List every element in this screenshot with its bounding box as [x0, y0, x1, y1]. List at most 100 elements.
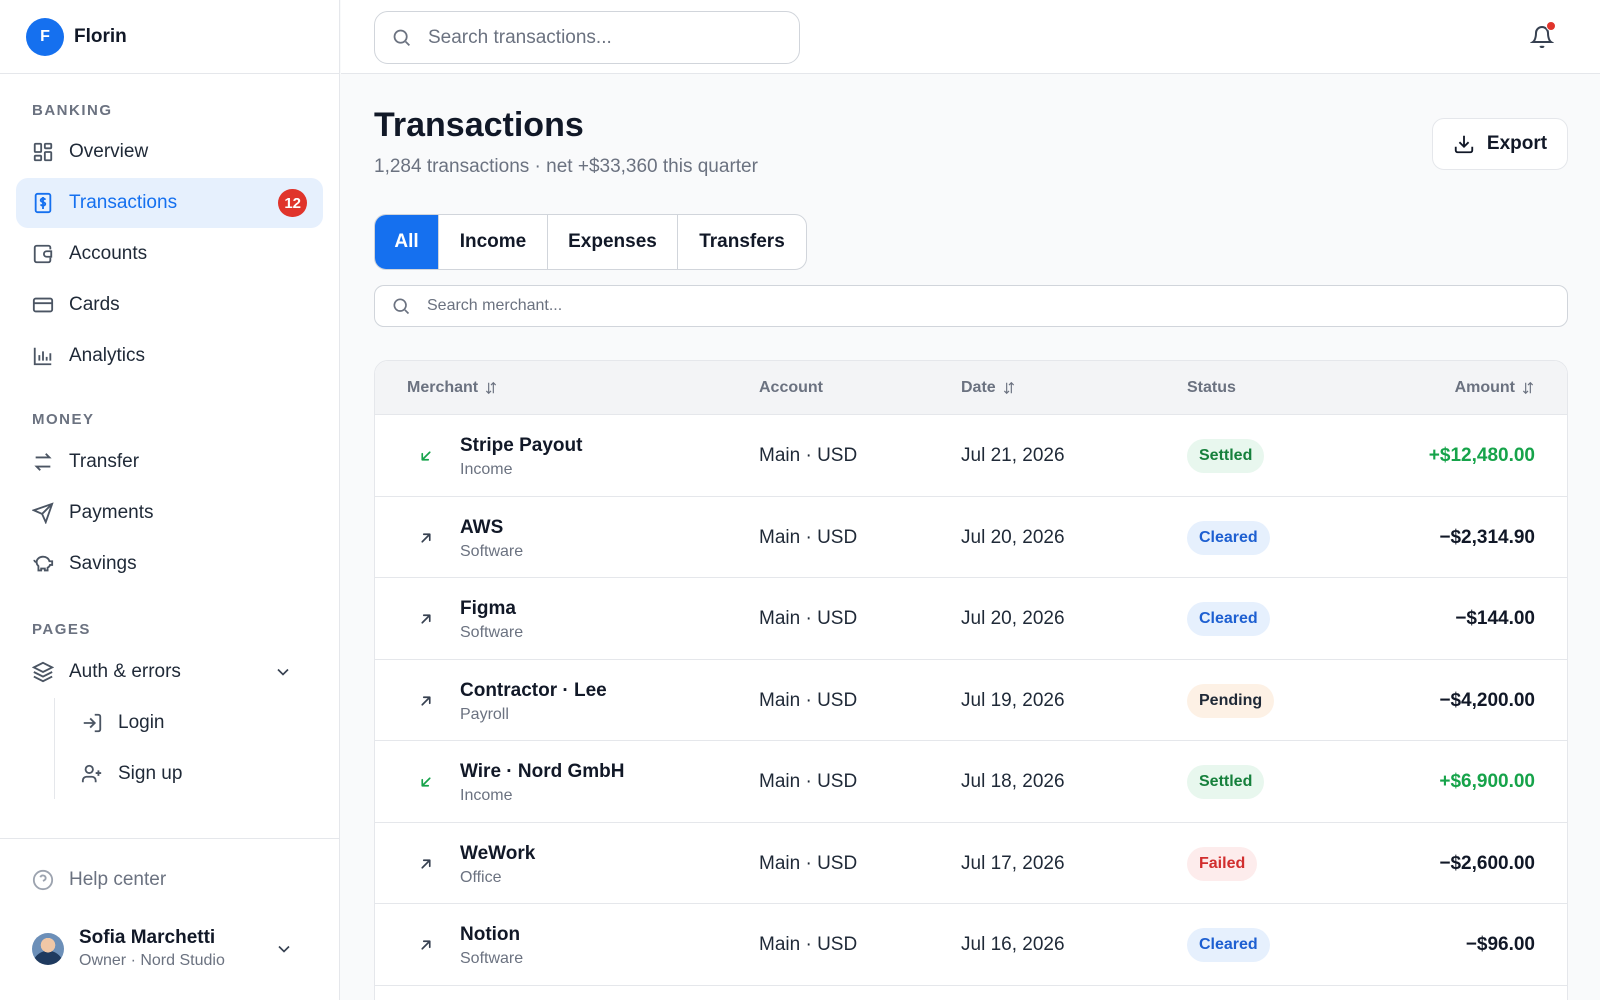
bar-chart-icon — [33, 347, 52, 366]
amount-cell: +$6,900.00 — [1439, 771, 1535, 792]
user-role: Owner · Nord Studio — [79, 952, 225, 969]
send-icon — [32, 502, 54, 524]
section-label-banking: BANKING — [32, 102, 113, 119]
transactions-table: Merchant Account Date Status Amount Stri… — [374, 360, 1568, 1000]
column-label: Status — [1187, 379, 1236, 396]
table-row[interactable]: Notion Software Main · USD Jul 16, 2026 Clea… — [375, 904, 1567, 986]
sidebar-item-label: Accounts — [69, 243, 148, 264]
merchant-category: Payroll — [460, 705, 509, 723]
arrow-up-right-icon — [417, 855, 435, 873]
arrow-up-right-icon — [417, 529, 435, 547]
account-cell: Main · USD — [759, 608, 858, 629]
tab-expenses[interactable]: Expenses — [548, 215, 678, 269]
account-cell: Main · USD — [759, 445, 858, 466]
date-cell: Jul 17, 2026 — [961, 852, 1065, 874]
tab-all[interactable]: All — [375, 215, 439, 269]
column-label: Merchant — [407, 379, 479, 396]
table-row[interactable]: Wire · Nord GmbH Income Main · USD Jul 18, … — [375, 741, 1567, 823]
column-label: Date — [961, 379, 996, 396]
credit-card-icon — [32, 297, 54, 313]
filter-tabs: All Income Expenses Transfers — [374, 214, 807, 270]
merchant-category: Income — [460, 787, 513, 804]
sidebar-item-cards[interactable]: Cards — [16, 280, 323, 330]
table-row[interactable]: Figma Software Main · USD Jul 20, 2026 Clear… — [375, 578, 1567, 660]
receipt-icon — [34, 192, 52, 214]
sidebar-item-payments[interactable]: Payments — [16, 488, 323, 538]
date-cell: Jul 19, 2026 — [961, 689, 1065, 711]
section-label-pages: PAGES — [32, 621, 91, 638]
search-icon — [393, 29, 410, 46]
sidebar-item-transactions[interactable]: Transactions 12 — [16, 178, 323, 228]
merchant-name: Contractor · Lee — [460, 679, 607, 701]
column-header-amount[interactable]: Amount — [1455, 379, 1535, 397]
column-label: Amount — [1454, 379, 1515, 396]
export-button[interactable]: Export — [1432, 118, 1568, 170]
account-cell: Main · USD — [759, 526, 858, 548]
wallet-icon — [33, 244, 53, 264]
export-label: Export — [1486, 133, 1548, 154]
date-cell: Jul 20, 2026 — [961, 526, 1065, 548]
piggy-bank-icon — [33, 555, 54, 572]
amount-cell: −$2,314.90 — [1439, 526, 1535, 548]
page-title: Transactions — [374, 106, 584, 144]
merchant-search[interactable] — [374, 285, 1568, 327]
arrow-up-right-icon — [417, 936, 435, 954]
table-row[interactable]: Contractor · Lee Payroll Main · USD Jul 19,… — [375, 660, 1567, 741]
status-badge: Failed — [1187, 846, 1258, 881]
amount-cell: −$96.00 — [1465, 934, 1535, 955]
notification-dot — [1546, 21, 1556, 31]
sidebar-item-transfer[interactable]: Transfer — [16, 437, 323, 487]
table-row[interactable]: Stripe Payout Income Main · USD Jul 21, 202… — [375, 415, 1567, 497]
date-cell: Jul 16, 2026 — [961, 934, 1065, 955]
sidebar-item-login[interactable]: Login — [63, 698, 323, 748]
notification-count-badge: 12 — [278, 189, 307, 217]
sidebar-item-label: Savings — [69, 553, 137, 574]
account-cell: Main · USD — [759, 934, 858, 955]
section-label-money: MONEY — [32, 411, 95, 428]
help-center-link[interactable]: Help center — [16, 855, 324, 905]
sidebar-item-overview[interactable]: Overview — [16, 127, 323, 177]
sidebar-item-savings[interactable]: Savings — [16, 539, 323, 589]
account-cell: Main · USD — [759, 852, 858, 874]
user-menu[interactable]: Sofia Marchetti Owner · Nord Studio — [16, 927, 324, 970]
table-row[interactable]: AWS Software Main · USD Jul 20, 2026 Cleared… — [375, 497, 1567, 578]
global-search[interactable] — [374, 11, 800, 64]
merchant-search-input[interactable] — [427, 297, 1327, 315]
status-badge: Pending — [1187, 683, 1275, 718]
account-cell: Main · USD — [759, 771, 858, 792]
column-header-status: Status — [1187, 379, 1236, 397]
sidebar-item-label: Login — [118, 712, 165, 733]
merchant-category: Software — [460, 542, 524, 560]
login-icon — [83, 713, 102, 733]
merchant-category: Software — [460, 950, 524, 967]
tab-transfers[interactable]: Transfers — [678, 215, 806, 269]
user-name: Sofia Marchetti — [79, 927, 216, 948]
column-header-merchant[interactable]: Merchant — [407, 379, 498, 397]
brand[interactable]: F Florin — [0, 0, 339, 74]
topbar — [341, 0, 1600, 74]
search-input[interactable] — [428, 26, 788, 49]
tab-income[interactable]: Income — [439, 215, 548, 269]
merchant-name: AWS — [460, 516, 504, 538]
user-plus-icon — [81, 764, 102, 783]
page-subtitle: 1,284 transactions · net +$33,360 this q… — [374, 156, 758, 177]
grid-icon — [33, 142, 53, 162]
sidebar-item-label: Analytics — [69, 345, 146, 366]
layers-icon — [32, 661, 54, 683]
merchant-name: WeWork — [460, 842, 536, 864]
sidebar-item-label: Transfer — [69, 451, 140, 472]
sidebar-item-auth-errors[interactable]: Auth & errors — [16, 647, 323, 697]
sidebar-subnav: Login Sign up — [54, 698, 323, 799]
column-header-date[interactable]: Date — [961, 379, 1016, 397]
table-row[interactable]: WeWork Office Main · USD Jul 17, 2026 Failed… — [375, 823, 1567, 904]
arrow-down-left-icon — [417, 447, 435, 465]
sidebar-item-accounts[interactable]: Accounts — [16, 229, 323, 279]
arrow-down-left-icon — [417, 773, 435, 791]
sidebar-item-sign-up[interactable]: Sign up — [63, 749, 323, 799]
merchant-name: Notion — [460, 924, 521, 945]
status-badge: Settled — [1187, 439, 1265, 473]
merchant-name: Figma — [460, 598, 516, 619]
arrow-up-right-icon — [417, 692, 435, 710]
help-circle-icon — [32, 869, 54, 891]
sidebar-item-analytics[interactable]: Analytics — [16, 331, 323, 381]
